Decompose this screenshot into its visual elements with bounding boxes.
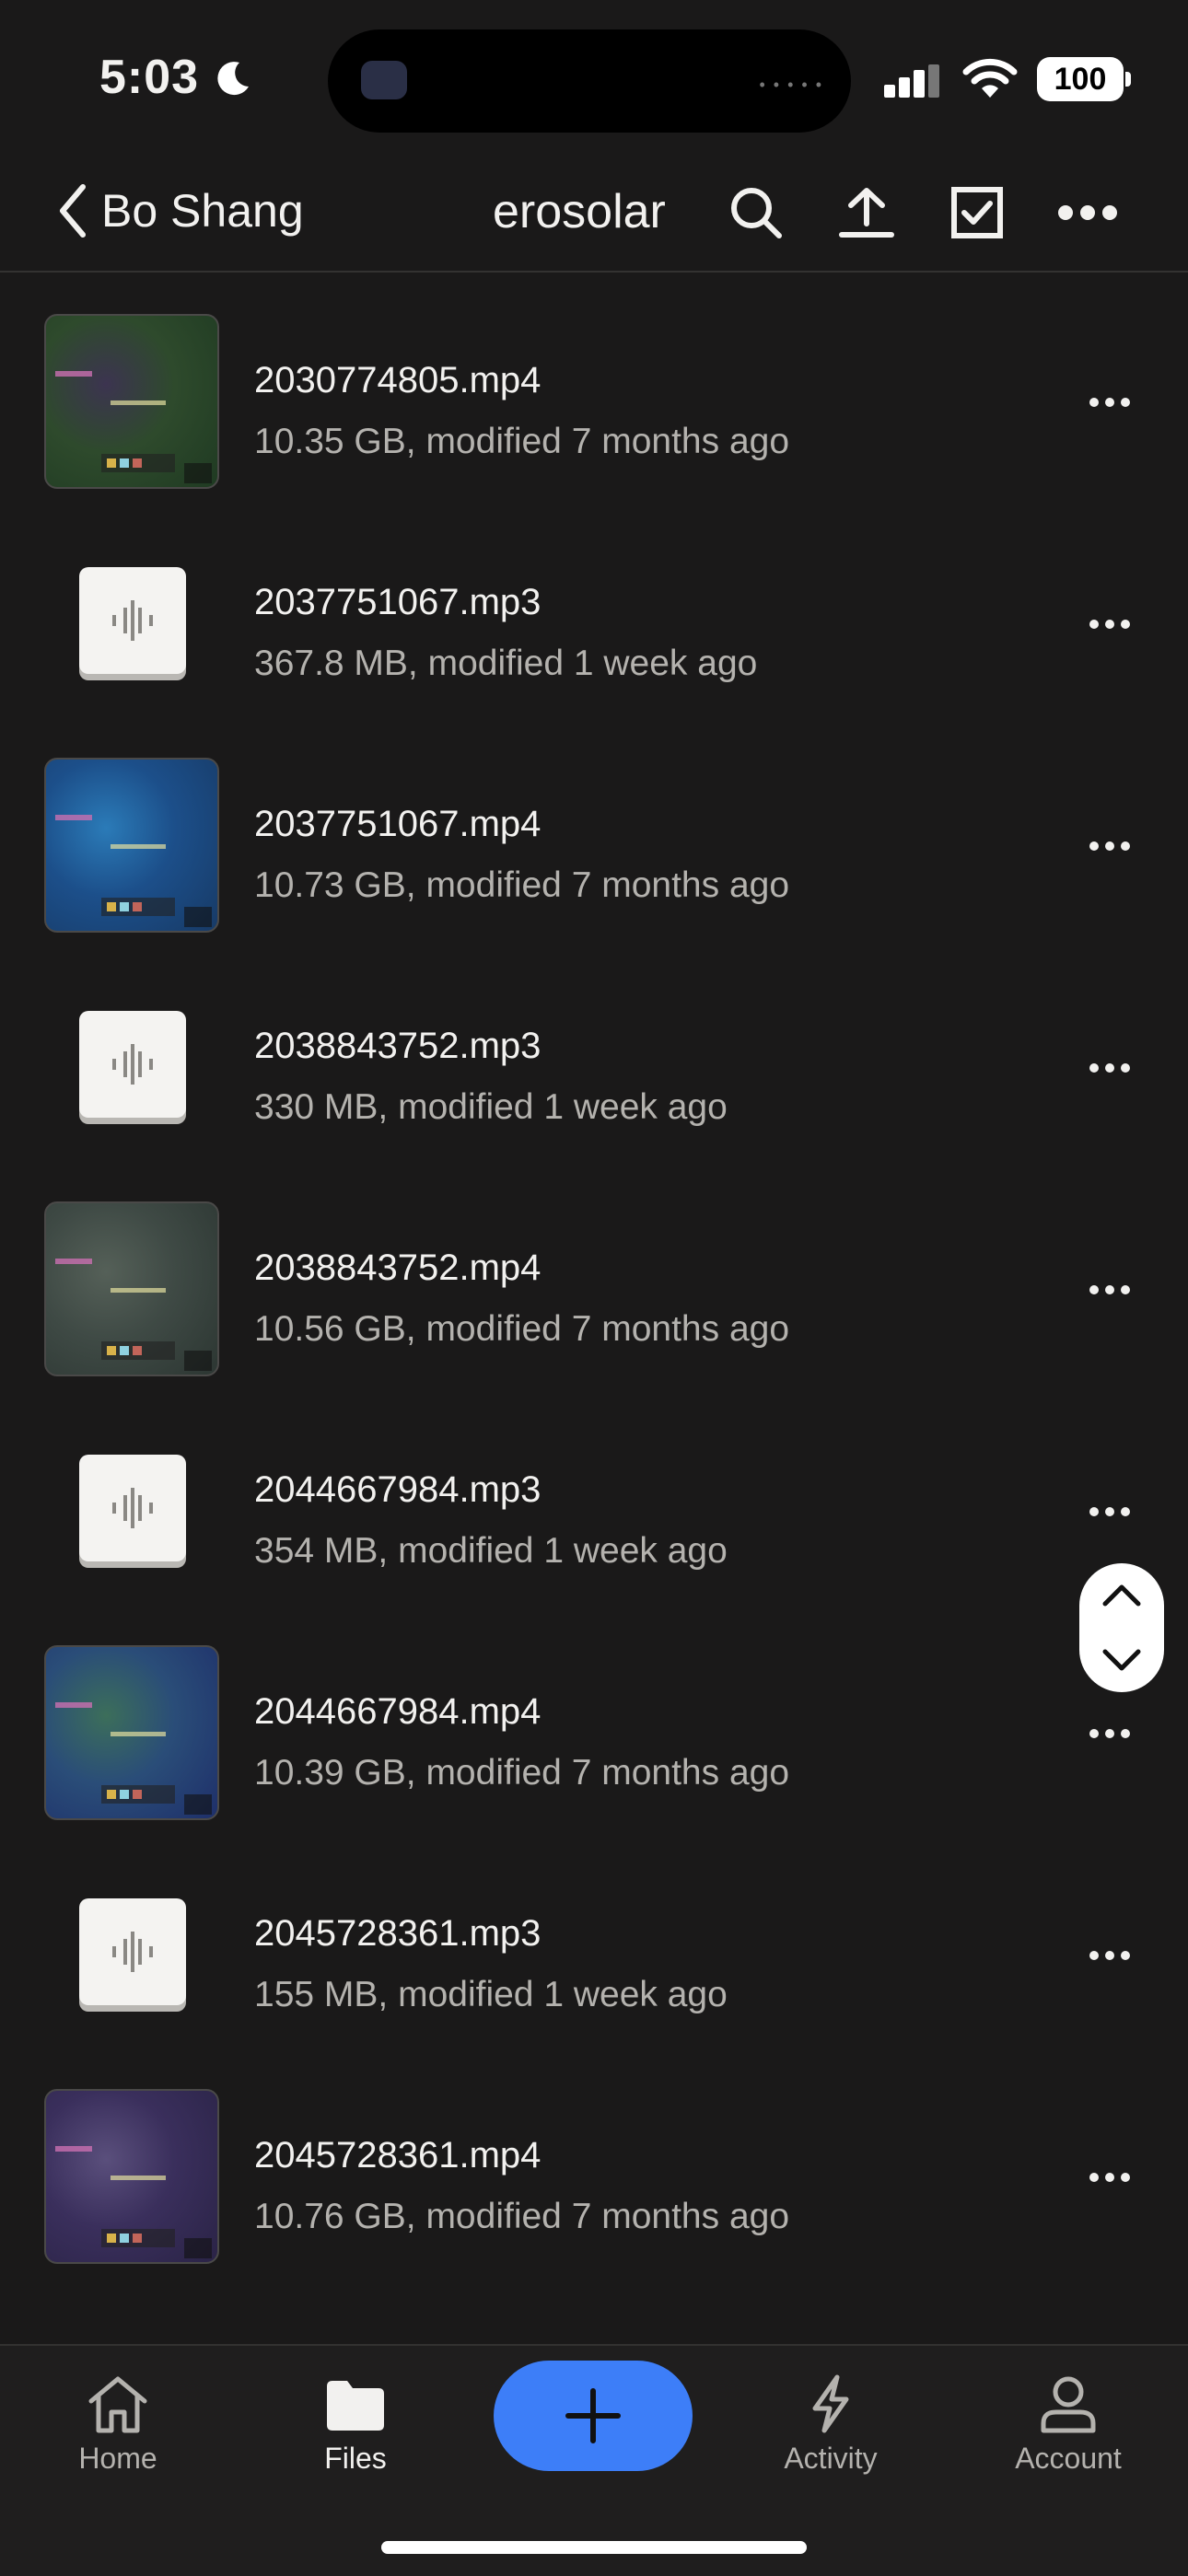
back-button[interactable]: Bo Shang [57, 179, 304, 243]
file-more-button[interactable] [1077, 1493, 1142, 1530]
file-more-button[interactable] [1077, 1271, 1142, 1308]
island-dots-icon: • • • • • [759, 75, 823, 94]
file-more-button[interactable] [1077, 1050, 1142, 1086]
status-bar: 5:03 • • • • • 100 [0, 0, 1188, 157]
audio-file-icon [79, 567, 186, 674]
waveform-icon [112, 1488, 153, 1528]
file-details: 155 MB, modified 1 week ago [254, 1975, 728, 2014]
tab-activity[interactable]: Activity [739, 2373, 923, 2493]
file-more-button[interactable] [1077, 828, 1142, 864]
file-more-button[interactable] [1077, 2159, 1142, 2196]
file-details: 330 MB, modified 1 week ago [254, 1087, 728, 1127]
folder-icon [327, 2381, 384, 2431]
file-details: 10.39 GB, modified 7 months ago [254, 1753, 790, 1793]
file-more-button[interactable] [1077, 1937, 1142, 1974]
file-details: 10.35 GB, modified 7 months ago [254, 422, 790, 461]
file-more-button[interactable] [1077, 606, 1142, 643]
tab-files[interactable]: Files [263, 2373, 448, 2493]
audio-file-icon [79, 1011, 186, 1118]
search-icon [731, 188, 782, 238]
tab-label: Account [1015, 2442, 1122, 2475]
moon-icon [217, 62, 249, 96]
chevron-up-icon [1102, 1584, 1141, 1607]
file-name: 2045728361.mp3 [254, 1913, 542, 1954]
status-time: 5:03 [99, 51, 200, 104]
video-thumbnail [44, 1645, 219, 1820]
home-icon [88, 2376, 147, 2433]
tab-account[interactable]: Account [976, 2373, 1160, 2493]
video-file-row[interactable]: 2030774805.mp4 10.35 GB, modified 7 month… [0, 292, 1188, 514]
file-name: 2044667984.mp4 [254, 1691, 542, 1732]
bolt-icon [812, 2374, 849, 2433]
video-file-row[interactable]: 2037751067.mp4 10.73 GB, modified 7 month… [0, 736, 1188, 957]
waveform-icon [112, 1044, 153, 1085]
app-activity-icon [361, 61, 407, 99]
file-name: 2044667984.mp3 [254, 1469, 542, 1510]
video-file-row[interactable]: 2044667984.mp4 10.39 GB, modified 7 month… [0, 1623, 1188, 1845]
file-more-button[interactable] [1077, 384, 1142, 421]
tab-label: Activity [784, 2442, 878, 2475]
search-button[interactable] [724, 180, 788, 245]
video-thumbnail [44, 1201, 219, 1376]
battery-tip [1125, 72, 1131, 87]
waveform-icon [112, 1932, 153, 1972]
upload-icon [839, 188, 894, 238]
file-details: 367.8 MB, modified 1 week ago [254, 644, 758, 683]
audio-file-row[interactable]: 2044667984.mp3 354 MB, modified 1 week ag… [0, 1401, 1188, 1623]
file-name: 2045728361.mp4 [254, 2135, 542, 2176]
upload-button[interactable] [834, 180, 899, 245]
video-file-row[interactable]: 2038843752.mp4 10.56 GB, modified 7 month… [0, 1179, 1188, 1401]
audio-file-icon [79, 1898, 186, 2005]
audio-file-row[interactable]: 2045728361.mp3 155 MB, modified 1 week ag… [0, 1845, 1188, 2067]
file-list[interactable]: 345.2 MB, modified 1 week ago2030774805.… [0, 273, 1188, 2342]
more-horizontal-icon [1058, 205, 1117, 220]
select-button[interactable] [945, 180, 1009, 245]
scroll-control [1079, 1563, 1164, 1692]
back-label: Bo Shang [101, 185, 304, 237]
file-name: 2037751067.mp4 [254, 804, 542, 844]
file-details: 354 MB, modified 1 week ago [254, 1531, 728, 1571]
video-thumbnail [44, 758, 219, 933]
video-file-row[interactable]: 2045728361.mp4 10.76 GB, modified 7 month… [0, 2067, 1188, 2289]
video-thumbnail [44, 2089, 219, 2264]
chevron-left-icon [60, 184, 86, 238]
tab-home[interactable]: Home [26, 2373, 210, 2493]
file-details: 10.76 GB, modified 7 months ago [254, 2197, 790, 2236]
tab-label: Files [324, 2442, 387, 2475]
audio-file-row[interactable]: 345.2 MB, modified 1 week ago [0, 273, 1188, 292]
video-thumbnail [44, 314, 219, 489]
home-indicator [381, 2541, 807, 2554]
file-name: 2037751067.mp3 [254, 582, 542, 622]
add-button[interactable] [494, 2361, 693, 2471]
scroll-down-button[interactable] [1079, 1628, 1164, 1692]
audio-file-row[interactable]: 2038843752.mp3 330 MB, modified 1 week ag… [0, 957, 1188, 1179]
folder-title: erosolar [493, 185, 666, 238]
wifi-icon [962, 58, 1018, 98]
plus-icon [565, 2388, 621, 2443]
dynamic-island: • • • • • [328, 29, 851, 133]
chevron-down-icon [1102, 1649, 1141, 1671]
file-details: 10.56 GB, modified 7 months ago [254, 1309, 790, 1349]
tab-label: Home [78, 2442, 157, 2475]
battery-indicator: 100 [1037, 57, 1124, 101]
more-options-button[interactable] [1055, 180, 1120, 245]
file-more-button[interactable] [1077, 1715, 1142, 1752]
audio-file-icon [79, 1455, 186, 1561]
cellular-signal-icon [884, 64, 939, 98]
scroll-up-button[interactable] [1079, 1563, 1164, 1628]
file-name: 2038843752.mp4 [254, 1247, 542, 1288]
audio-file-row[interactable]: 2037751067.mp3 367.8 MB, modified 1 week … [0, 514, 1188, 736]
file-details: 10.73 GB, modified 7 months ago [254, 865, 790, 905]
navigation-bar: Bo Shang erosolar [0, 157, 1188, 273]
file-name: 2030774805.mp4 [254, 360, 542, 400]
waveform-icon [112, 600, 153, 641]
checkbox-icon [951, 187, 1003, 238]
file-name: 2038843752.mp3 [254, 1026, 542, 1066]
person-icon [1041, 2376, 1096, 2433]
